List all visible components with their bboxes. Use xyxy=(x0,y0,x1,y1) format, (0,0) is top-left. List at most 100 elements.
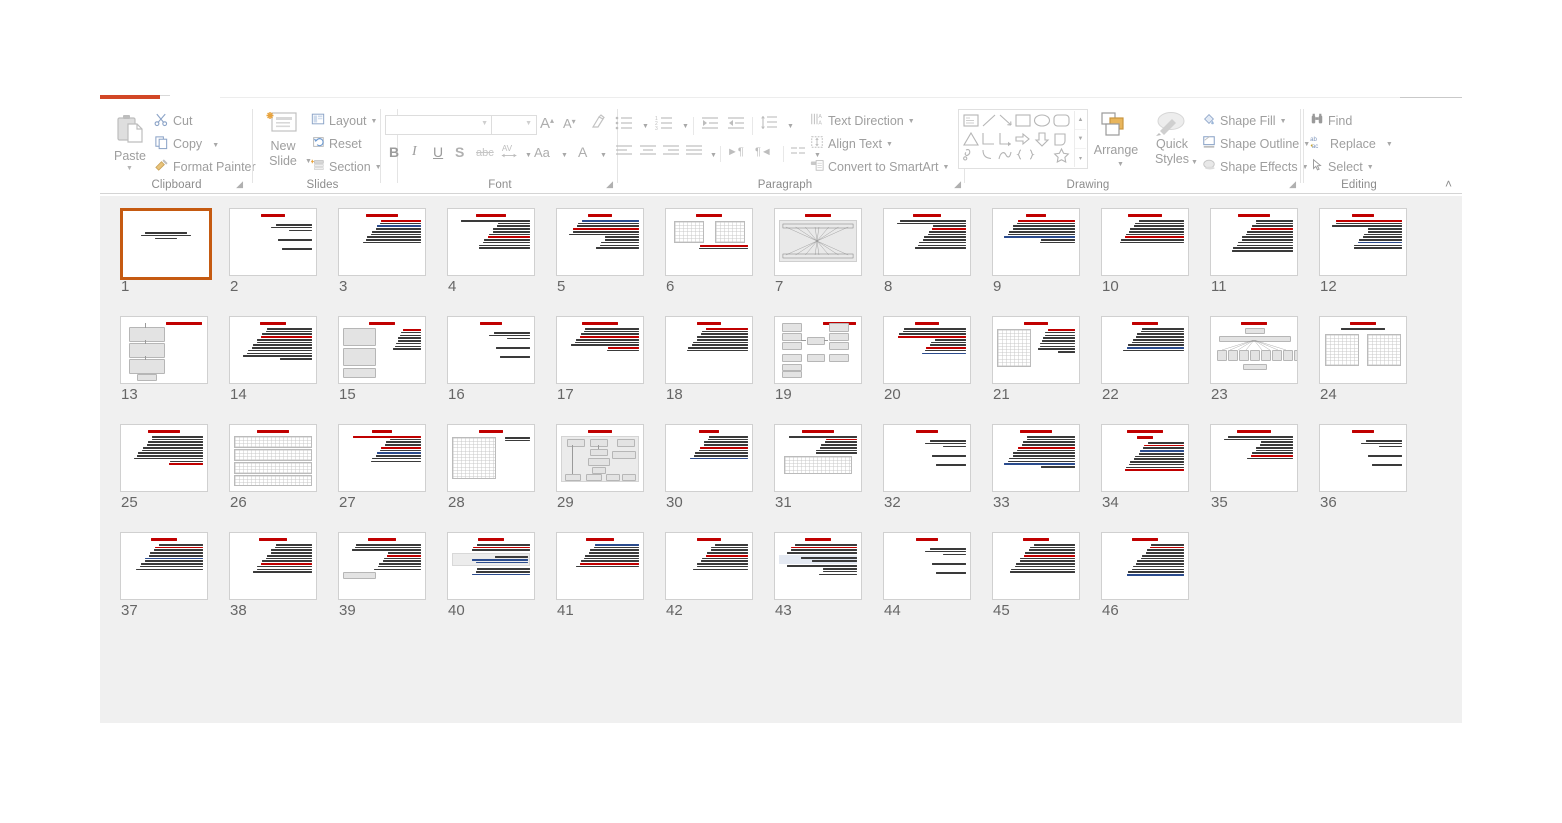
italic-button[interactable]: I xyxy=(412,144,417,160)
slide-thumb-image[interactable] xyxy=(1101,208,1189,276)
slide-thumbnail-36[interactable]: 36 xyxy=(1319,424,1428,532)
slide-thumbnail-16[interactable]: 16 xyxy=(447,316,556,424)
slide-thumb-wrap[interactable] xyxy=(883,532,971,600)
slide-thumb-wrap[interactable] xyxy=(338,424,426,492)
shapes-gallery-scrollbar[interactable]: ▲ ▼ ▾ xyxy=(1074,111,1086,167)
slide-thumb-wrap[interactable] xyxy=(120,532,208,600)
shape-outline-button[interactable]: Shape Outline ▼ xyxy=(1202,135,1310,152)
slide-thumb-wrap[interactable] xyxy=(774,424,862,492)
slide-thumb-image[interactable] xyxy=(120,532,208,600)
slide-thumb-image[interactable] xyxy=(1210,424,1298,492)
align-left-button[interactable] xyxy=(615,144,633,163)
slide-thumb-wrap[interactable] xyxy=(883,424,971,492)
slide-thumb-image[interactable] xyxy=(229,532,317,600)
change-case-caret-icon[interactable]: ▼ xyxy=(561,152,568,159)
line-spacing-caret-icon[interactable]: ▼ xyxy=(787,123,794,130)
slide-thumbnail-17[interactable]: 17 xyxy=(556,316,665,424)
smartart-caret-icon[interactable]: ▼ xyxy=(942,164,949,171)
slide-thumb-image[interactable] xyxy=(774,208,862,276)
slide-thumb-wrap[interactable] xyxy=(120,208,212,280)
slide-thumbnail-38[interactable]: 38 xyxy=(229,532,338,640)
replace-button[interactable]: ab ac Replace ▼ xyxy=(1310,135,1393,152)
slide-thumb-image[interactable] xyxy=(665,316,753,384)
slide-thumb-image[interactable] xyxy=(556,316,644,384)
select-caret-icon[interactable]: ▼ xyxy=(1367,164,1374,171)
slide-thumb-wrap[interactable] xyxy=(1101,208,1189,276)
bullets-button[interactable] xyxy=(615,115,633,136)
slide-thumbnail-2[interactable]: 2 xyxy=(229,208,338,316)
character-spacing-button[interactable]: AV xyxy=(500,142,520,165)
arrange-button[interactable] xyxy=(1098,111,1132,144)
slide-thumb-image[interactable] xyxy=(1319,424,1407,492)
font-size-input[interactable]: ▼ xyxy=(491,115,537,135)
slide-thumb-image[interactable] xyxy=(774,424,862,492)
slide-thumb-image[interactable] xyxy=(338,532,426,600)
slide-thumb-wrap[interactable] xyxy=(447,532,535,600)
slide-thumbnail-40[interactable]: 40 xyxy=(447,532,556,640)
slide-thumb-image[interactable] xyxy=(338,424,426,492)
slide-thumb-wrap[interactable] xyxy=(1319,316,1407,384)
slide-thumb-image[interactable] xyxy=(338,208,426,276)
slide-thumb-image[interactable] xyxy=(665,424,753,492)
slide-thumb-wrap[interactable] xyxy=(229,532,317,600)
text-direction-button[interactable]: AA Text Direction ▼ xyxy=(810,112,915,129)
convert-to-smartart-button[interactable]: Convert to SmartArt ▼ xyxy=(810,158,949,175)
slide-thumbnail-1[interactable]: 1 xyxy=(120,208,229,316)
find-button[interactable]: Find xyxy=(1310,112,1352,129)
slide-thumbnail-25[interactable]: 25 xyxy=(120,424,229,532)
align-center-button[interactable] xyxy=(639,144,657,163)
change-case-button[interactable]: Aa xyxy=(534,145,550,160)
shape-effects-button[interactable]: Shape Effects ▼ xyxy=(1202,158,1309,175)
select-button[interactable]: Select ▼ xyxy=(1310,158,1374,175)
slide-thumb-image[interactable] xyxy=(229,424,317,492)
slide-thumbnail-29[interactable]: 29 xyxy=(556,424,665,532)
decrease-font-size-button[interactable]: A▾ xyxy=(563,116,576,131)
character-spacing-caret-icon[interactable]: ▼ xyxy=(525,152,532,159)
slide-thumb-image[interactable] xyxy=(1210,208,1298,276)
slide-thumb-image[interactable] xyxy=(120,316,208,384)
font-name-input[interactable]: ▼ xyxy=(385,115,493,135)
slide-thumbnail-12[interactable]: 12 xyxy=(1319,208,1428,316)
slide-thumb-image[interactable] xyxy=(229,208,317,276)
slide-thumbnail-9[interactable]: 9 xyxy=(992,208,1101,316)
slide-thumb-wrap[interactable] xyxy=(1210,316,1298,384)
slide-thumbnail-6[interactable]: 6 xyxy=(665,208,774,316)
slide-thumb-wrap[interactable] xyxy=(229,424,317,492)
slide-thumb-image[interactable] xyxy=(338,316,426,384)
slide-thumbnail-41[interactable]: 41 xyxy=(556,532,665,640)
slide-thumbnail-5[interactable]: 5 xyxy=(556,208,665,316)
slide-thumbnail-37[interactable]: 37 xyxy=(120,532,229,640)
font-color-button[interactable]: A xyxy=(578,144,587,160)
slide-thumb-image[interactable] xyxy=(774,532,862,600)
slide-thumb-image[interactable] xyxy=(447,316,535,384)
quick-styles-caret-icon[interactable]: ▼ xyxy=(1191,159,1198,166)
slide-thumb-image[interactable] xyxy=(1101,532,1189,600)
gallery-scroll-up-icon[interactable]: ▲ xyxy=(1075,111,1086,130)
slide-thumb-image[interactable] xyxy=(665,208,753,276)
slide-thumbnail-33[interactable]: 33 xyxy=(992,424,1101,532)
slide-thumb-wrap[interactable] xyxy=(556,424,644,492)
align-text-caret-icon[interactable]: ▼ xyxy=(886,141,893,148)
slide-thumb-wrap[interactable] xyxy=(665,424,753,492)
slide-thumbnail-32[interactable]: 32 xyxy=(883,424,992,532)
slide-thumbnail-35[interactable]: 35 xyxy=(1210,424,1319,532)
bold-button[interactable]: B xyxy=(389,144,399,160)
slide-thumb-image[interactable] xyxy=(556,532,644,600)
align-right-button[interactable] xyxy=(662,144,680,163)
slide-thumb-wrap[interactable] xyxy=(992,208,1080,276)
slide-thumbnail-10[interactable]: 10 xyxy=(1101,208,1210,316)
columns-button[interactable] xyxy=(790,145,806,163)
text-direction-caret-icon[interactable]: ▼ xyxy=(908,118,915,125)
slide-thumb-image[interactable] xyxy=(883,424,971,492)
slide-thumb-image[interactable] xyxy=(556,424,644,492)
slide-thumb-wrap[interactable] xyxy=(992,532,1080,600)
text-shadow-button[interactable]: S xyxy=(455,144,464,160)
slide-sorter-pane[interactable]: 1 2 3 4 5 6 7 8 9 10 11 12 13 14 15 16 17 18 19 20 21 22 23 24 2… xyxy=(100,196,1462,723)
slide-thumb-wrap[interactable] xyxy=(556,532,644,600)
slide-thumb-wrap[interactable] xyxy=(992,424,1080,492)
slide-thumbnail-7[interactable]: 7 xyxy=(774,208,883,316)
slide-thumbnail-31[interactable]: 31 xyxy=(774,424,883,532)
slide-thumbnail-27[interactable]: 27 xyxy=(338,424,447,532)
drawing-dialog-launcher[interactable]: ◢ xyxy=(1289,179,1296,190)
collapse-ribbon-button[interactable]: ˄ xyxy=(1445,177,1452,191)
